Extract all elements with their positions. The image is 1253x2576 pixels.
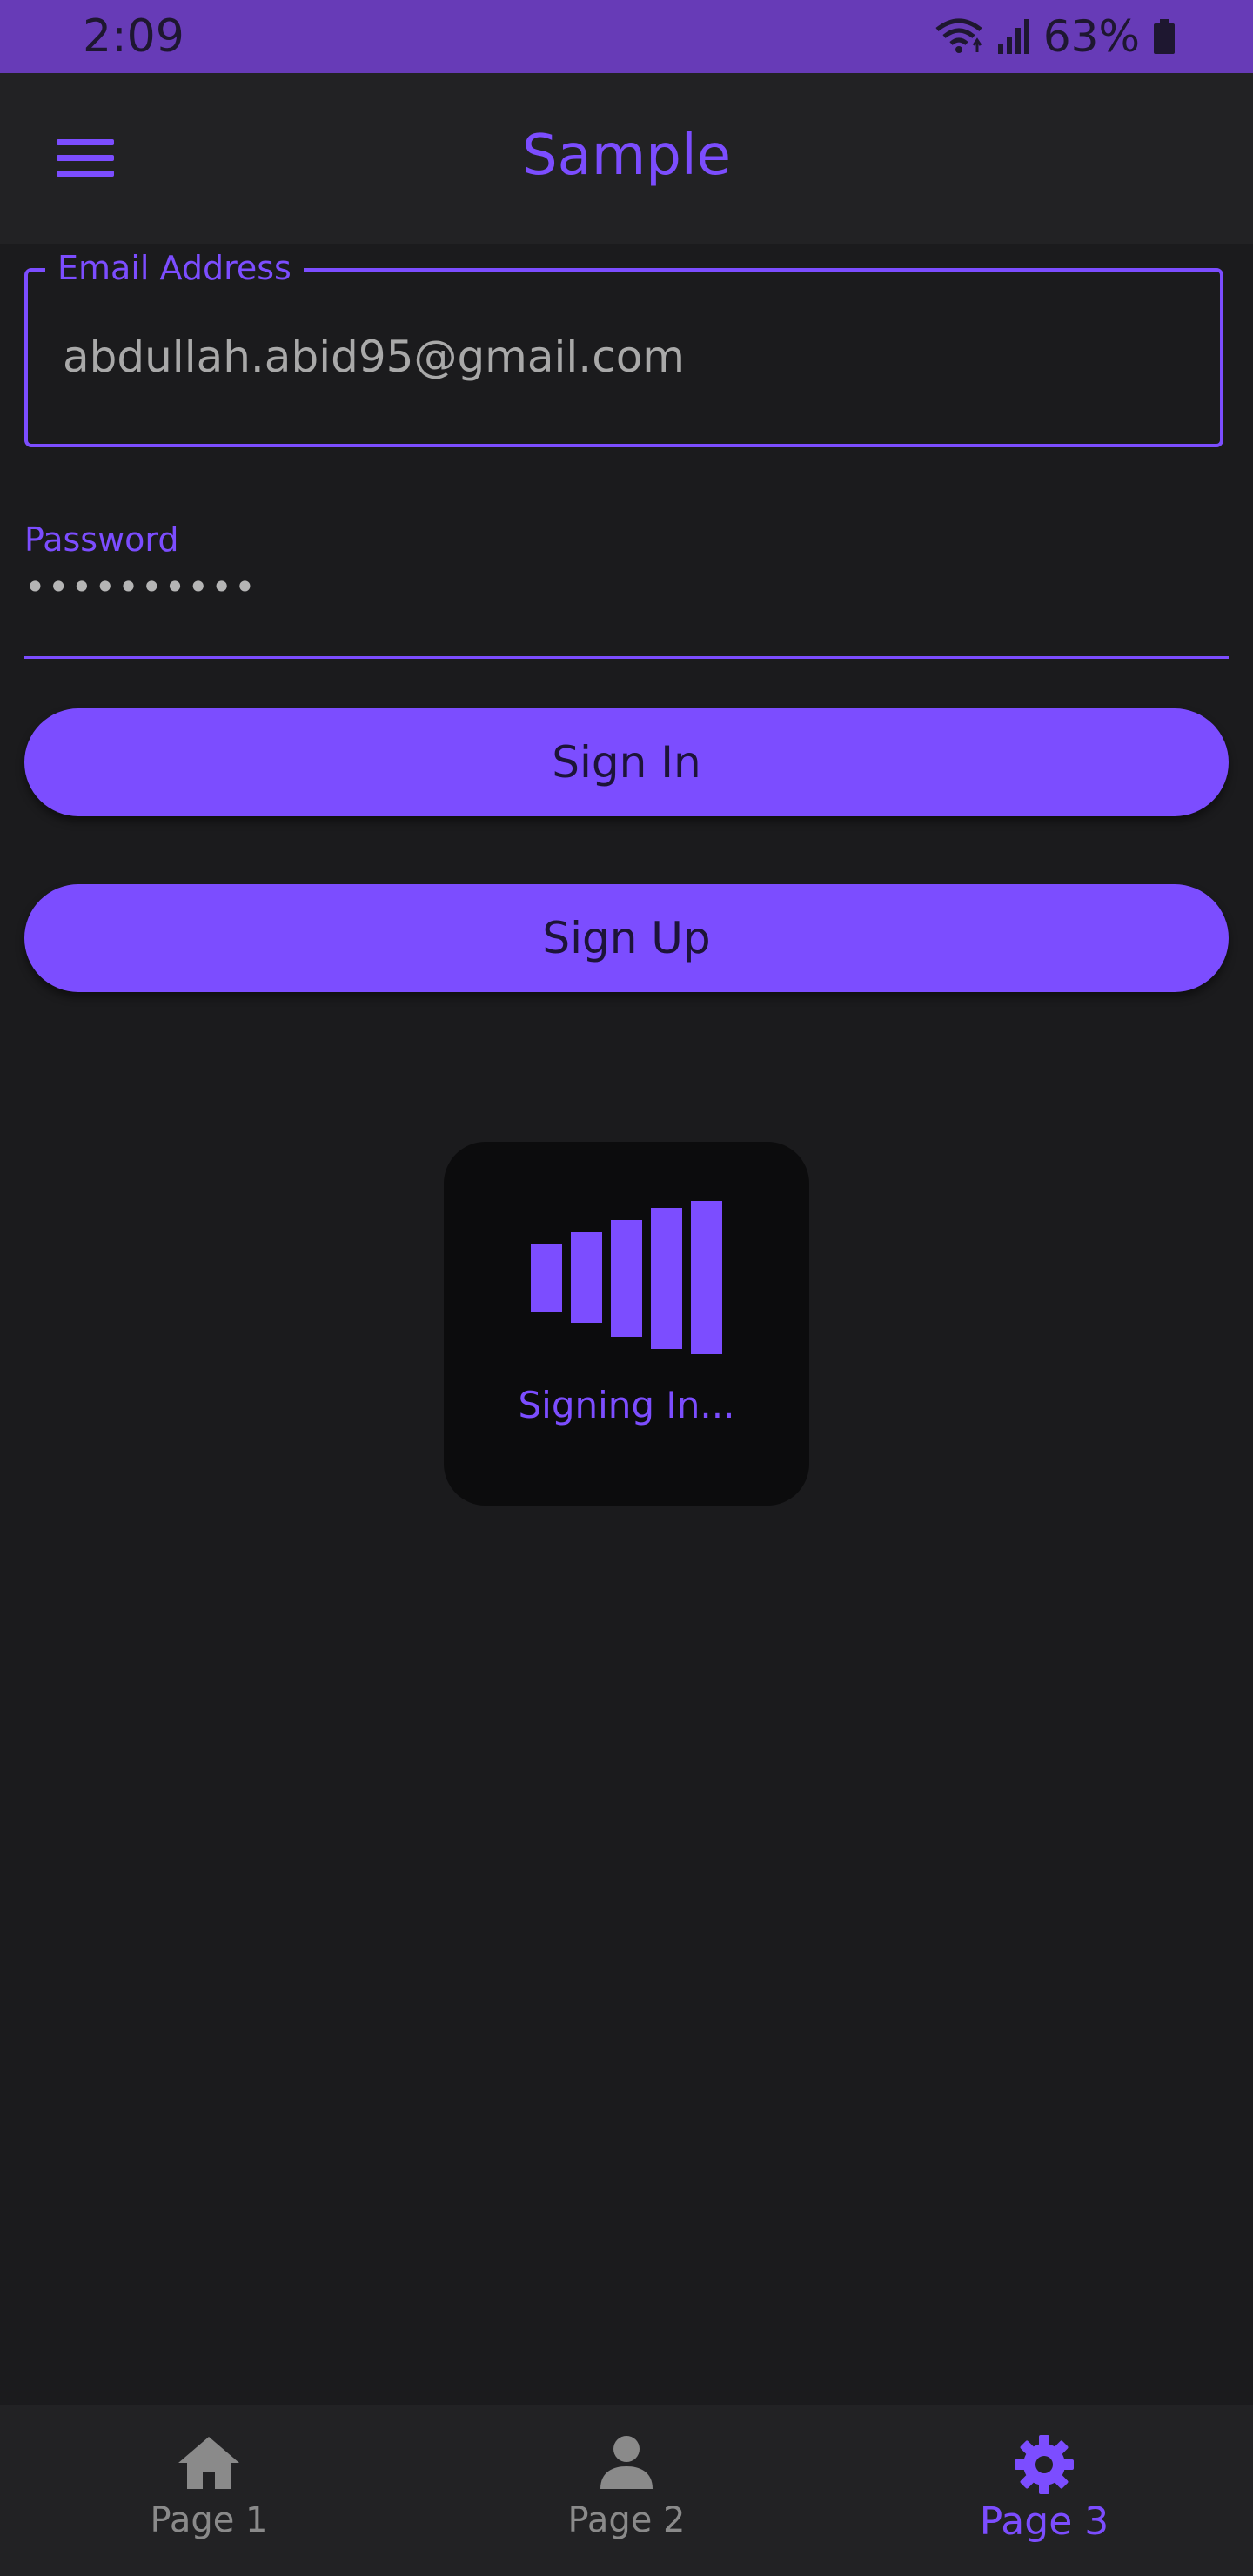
battery-percent: 63% (1042, 11, 1140, 62)
sign-in-button[interactable]: Sign In (24, 708, 1229, 816)
password-label: Password (24, 520, 179, 559)
loading-bars-icon (531, 1201, 722, 1354)
nav-item-page-2[interactable]: Page 2 (418, 2405, 835, 2576)
nav-item-page-3[interactable]: Page 3 (835, 2405, 1253, 2576)
status-icons: 63% (934, 10, 1176, 63)
email-value[interactable]: abdullah.abid95@gmail.com (63, 331, 685, 383)
status-time: 2:09 (83, 10, 184, 63)
app-bar: Sample (0, 73, 1253, 244)
app-title: Sample (522, 124, 731, 188)
nav-label: Page 2 (567, 2500, 686, 2540)
loading-dialog: Signing In... (444, 1142, 809, 1506)
email-field[interactable]: Email Address abdullah.abid95@gmail.com (24, 249, 1223, 447)
wifi-icon (935, 18, 982, 53)
nav-label: Page 1 (150, 2500, 268, 2540)
home-icon (178, 2437, 239, 2489)
nav-item-page-1[interactable]: Page 1 (0, 2405, 418, 2576)
password-field[interactable]: •••••••••• (24, 566, 258, 609)
status-bar: 2:09 63% (0, 0, 1253, 73)
gear-icon (1015, 2435, 1074, 2494)
password-underline (24, 656, 1229, 659)
bottom-nav: Page 1 Page 2 Page 3 (0, 2405, 1253, 2576)
signal-icon (997, 19, 1029, 54)
loading-caption: Signing In... (518, 1384, 735, 1426)
person-icon (600, 2436, 653, 2489)
email-label: Email Address (45, 249, 304, 287)
battery-icon (1154, 19, 1175, 54)
sign-up-button[interactable]: Sign Up (24, 884, 1229, 992)
nav-label: Page 3 (979, 2499, 1109, 2544)
